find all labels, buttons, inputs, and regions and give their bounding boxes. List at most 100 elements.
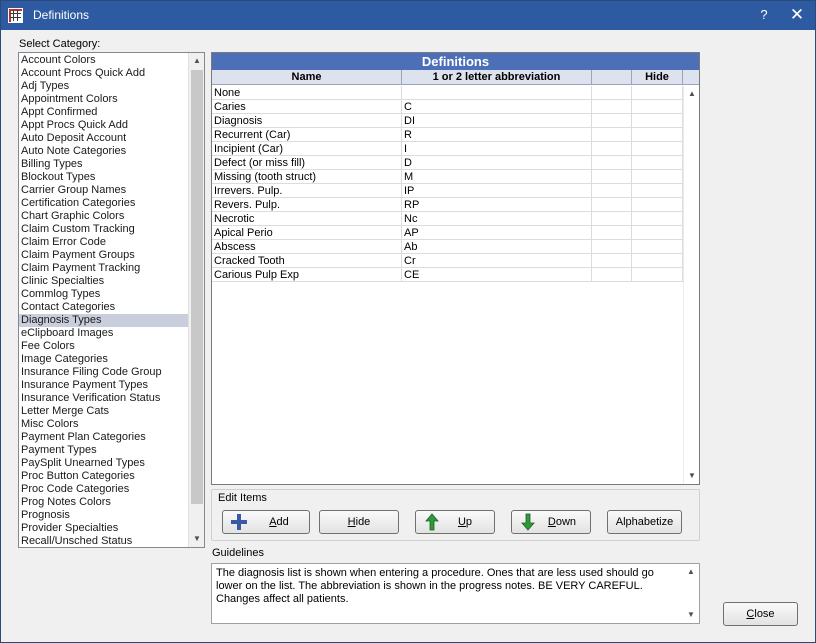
- table-row[interactable]: Necrotic Nc: [212, 212, 683, 226]
- cell-hide: [632, 142, 683, 156]
- hide-button[interactable]: Hide: [319, 510, 399, 534]
- category-item[interactable]: Provider Specialties: [19, 522, 189, 535]
- cell-hide: [632, 240, 683, 254]
- category-scrollbar[interactable]: ▲ ▼: [188, 53, 204, 547]
- category-item[interactable]: Image Categories: [19, 353, 189, 366]
- app-grid-icon: [8, 8, 23, 23]
- category-item[interactable]: Commlog Types: [19, 288, 189, 301]
- category-items: Account Colors Account Procs Quick Add Adj…: [19, 54, 189, 547]
- guidelines-scrollbar[interactable]: ▲ ▼: [683, 564, 699, 623]
- alphabetize-button[interactable]: Alphabetize: [607, 510, 682, 534]
- cell-hide: [632, 226, 683, 240]
- category-item[interactable]: Diagnosis Types: [19, 314, 189, 327]
- table-row[interactable]: Abscess Ab: [212, 240, 683, 254]
- table-row[interactable]: Carious Pulp Exp CE: [212, 268, 683, 282]
- table-row[interactable]: Apical Perio AP: [212, 226, 683, 240]
- category-item[interactable]: Insurance Payment Types: [19, 379, 189, 392]
- cell-abbr: I: [402, 142, 592, 156]
- category-item[interactable]: Prognosis: [19, 509, 189, 522]
- scroll-thumb[interactable]: [191, 70, 203, 504]
- cell-blank: [592, 184, 632, 198]
- cell-name: None: [212, 86, 402, 100]
- col-blank-header[interactable]: [592, 70, 632, 84]
- guidelines-textbox[interactable]: The diagnosis list is shown when enterin…: [211, 563, 700, 624]
- table-row[interactable]: Irrevers. Pulp. IP: [212, 184, 683, 198]
- cell-name: Cracked Tooth: [212, 254, 402, 268]
- category-item[interactable]: Recall/Unsched Status: [19, 535, 189, 547]
- cell-hide: [632, 254, 683, 268]
- category-item[interactable]: Claim Payment Groups: [19, 249, 189, 262]
- cell-blank: [592, 142, 632, 156]
- scroll-down-icon[interactable]: ▼: [189, 531, 204, 547]
- edit-items-label: Edit Items: [218, 492, 267, 504]
- category-item[interactable]: PaySplit Unearned Types: [19, 457, 189, 470]
- category-item[interactable]: Account Procs Quick Add: [19, 67, 189, 80]
- category-item[interactable]: Payment Types: [19, 444, 189, 457]
- cell-name: Recurrent (Car): [212, 128, 402, 142]
- category-item[interactable]: Certification Categories: [19, 197, 189, 210]
- cell-blank: [592, 128, 632, 142]
- category-item[interactable]: Letter Merge Cats: [19, 405, 189, 418]
- scroll-up-icon[interactable]: ▲: [189, 53, 204, 69]
- category-item[interactable]: Adj Types: [19, 80, 189, 93]
- category-item[interactable]: Insurance Verification Status: [19, 392, 189, 405]
- add-button[interactable]: Add: [222, 510, 310, 534]
- help-button[interactable]: ?: [756, 7, 772, 22]
- category-item[interactable]: Claim Payment Tracking: [19, 262, 189, 275]
- table-row[interactable]: None: [212, 86, 683, 100]
- category-item[interactable]: Billing Types: [19, 158, 189, 171]
- category-item[interactable]: Claim Custom Tracking: [19, 223, 189, 236]
- category-item[interactable]: eClipboard Images: [19, 327, 189, 340]
- definitions-grid[interactable]: Definitions Name 1 or 2 letter abbreviat…: [211, 52, 700, 485]
- col-hide-header[interactable]: Hide: [632, 70, 683, 84]
- scroll-down-icon[interactable]: ▼: [684, 468, 699, 484]
- category-item[interactable]: Chart Graphic Colors: [19, 210, 189, 223]
- cell-name: Carious Pulp Exp: [212, 268, 402, 282]
- scroll-up-icon[interactable]: ▲: [683, 564, 699, 580]
- table-row[interactable]: Missing (tooth struct) M: [212, 170, 683, 184]
- window-close-button[interactable]: ✕: [787, 5, 807, 25]
- col-abbr-header[interactable]: 1 or 2 letter abbreviation: [402, 70, 592, 84]
- category-item[interactable]: Insurance Filing Code Group: [19, 366, 189, 379]
- cell-hide: [632, 128, 683, 142]
- down-button[interactable]: Down: [511, 510, 591, 534]
- scroll-down-icon[interactable]: ▼: [683, 607, 699, 623]
- category-item[interactable]: Claim Error Code: [19, 236, 189, 249]
- table-row[interactable]: Defect (or miss fill) D: [212, 156, 683, 170]
- cell-abbr: AP: [402, 226, 592, 240]
- category-item[interactable]: Contact Categories: [19, 301, 189, 314]
- category-item[interactable]: Auto Note Categories: [19, 145, 189, 158]
- table-row[interactable]: Incipient (Car) I: [212, 142, 683, 156]
- category-item[interactable]: Blockout Types: [19, 171, 189, 184]
- col-name-header[interactable]: Name: [212, 70, 402, 84]
- grid-scrollbar[interactable]: ▲ ▼: [683, 86, 699, 484]
- category-item[interactable]: Payment Plan Categories: [19, 431, 189, 444]
- category-item[interactable]: Prog Notes Colors: [19, 496, 189, 509]
- category-item[interactable]: Appt Confirmed: [19, 106, 189, 119]
- cell-name: Caries: [212, 100, 402, 114]
- cell-abbr: D: [402, 156, 592, 170]
- close-button[interactable]: Close: [723, 602, 798, 626]
- category-item[interactable]: Appointment Colors: [19, 93, 189, 106]
- cell-abbr: IP: [402, 184, 592, 198]
- category-item[interactable]: Auto Deposit Account: [19, 132, 189, 145]
- up-button[interactable]: Up: [415, 510, 495, 534]
- scroll-up-icon[interactable]: ▲: [684, 86, 699, 102]
- category-list[interactable]: Account Colors Account Procs Quick Add Adj…: [18, 52, 205, 548]
- cell-hide: [632, 198, 683, 212]
- category-item[interactable]: Carrier Group Names: [19, 184, 189, 197]
- cell-abbr: [402, 86, 592, 100]
- table-row[interactable]: Cracked Tooth Cr: [212, 254, 683, 268]
- category-item[interactable]: Appt Procs Quick Add: [19, 119, 189, 132]
- table-row[interactable]: Diagnosis DI: [212, 114, 683, 128]
- category-item[interactable]: Fee Colors: [19, 340, 189, 353]
- category-item[interactable]: Account Colors: [19, 54, 189, 67]
- category-item[interactable]: Proc Button Categories: [19, 470, 189, 483]
- table-row[interactable]: Recurrent (Car) R: [212, 128, 683, 142]
- table-row[interactable]: Revers. Pulp. RP: [212, 198, 683, 212]
- guidelines-label: Guidelines: [212, 547, 264, 559]
- category-item[interactable]: Misc Colors: [19, 418, 189, 431]
- table-row[interactable]: Caries C: [212, 100, 683, 114]
- category-item[interactable]: Clinic Specialties: [19, 275, 189, 288]
- category-item[interactable]: Proc Code Categories: [19, 483, 189, 496]
